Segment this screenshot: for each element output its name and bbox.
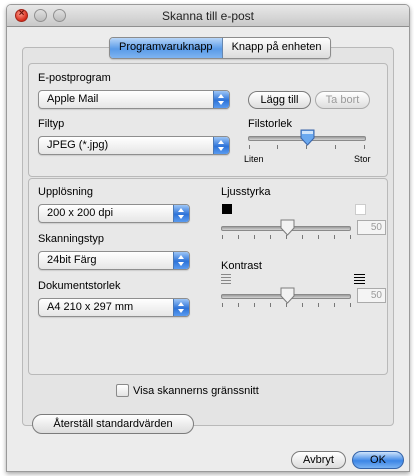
- docsize-value: A4 210 x 297 mm: [47, 301, 134, 313]
- contrast-label: Kontrast: [221, 260, 262, 272]
- email-program-value: Apple Mail: [47, 93, 99, 105]
- brightness-light-icon: [355, 204, 366, 215]
- remove-button[interactable]: Ta bort: [315, 91, 370, 109]
- ok-button[interactable]: OK: [352, 451, 404, 469]
- tab-device-button[interactable]: Knapp på enheten: [222, 38, 331, 58]
- scantype-value: 24bit Färg: [47, 254, 97, 266]
- tab-bar: Programvaruknapp Knapp på enheten: [109, 37, 332, 59]
- scantype-select[interactable]: 24bit Färg: [38, 251, 190, 270]
- chevron-updown-icon: [213, 91, 229, 108]
- filesize-min-label: Liten: [244, 154, 264, 164]
- contrast-value-field[interactable]: 50: [357, 288, 386, 303]
- brightness-value-field[interactable]: 50: [357, 220, 386, 235]
- restore-defaults-button[interactable]: Återställ standardvärden: [32, 414, 194, 434]
- cancel-button[interactable]: Avbryt: [291, 451, 346, 469]
- filetype-value: JPEG (*.jpg): [47, 139, 109, 151]
- filetype-label: Filtyp: [38, 118, 65, 130]
- window-title: Skanna till e-post: [161, 9, 255, 23]
- chevron-updown-icon: [173, 252, 189, 269]
- filesize-max-label: Stor: [354, 154, 371, 164]
- title-bar: × Skanna till e-post: [7, 5, 409, 27]
- chevron-updown-icon: [213, 137, 229, 154]
- docsize-label: Dokumentstorlek: [38, 280, 121, 292]
- scantype-label: Skanningstyp: [38, 233, 105, 245]
- resolution-value: 200 x 200 dpi: [47, 207, 114, 219]
- email-program-label: E-postprogram: [38, 72, 111, 84]
- brightness-label: Ljusstyrka: [221, 186, 271, 198]
- chevron-updown-icon: [173, 299, 189, 316]
- email-program-select[interactable]: Apple Mail: [38, 90, 230, 109]
- show-interface-label: Visa skannerns gränssnitt: [133, 385, 259, 397]
- resolution-select[interactable]: 200 x 200 dpi: [38, 204, 190, 223]
- tab-software-button[interactable]: Programvaruknapp: [110, 38, 223, 58]
- contrast-low-icon: [221, 274, 231, 284]
- docsize-select[interactable]: A4 210 x 297 mm: [38, 298, 190, 317]
- filesize-label: Filstorlek: [248, 118, 293, 130]
- add-button[interactable]: Lägg till: [248, 91, 311, 109]
- show-interface-checkbox[interactable]: [116, 384, 129, 397]
- contrast-high-icon: [354, 274, 365, 284]
- filetype-select[interactable]: JPEG (*.jpg): [38, 136, 230, 155]
- resolution-label: Upplösning: [38, 186, 94, 198]
- chevron-updown-icon: [173, 205, 189, 222]
- brightness-dark-icon: [222, 204, 232, 214]
- scan-to-email-window: × Skanna till e-post Programvaruknapp Kn…: [6, 4, 410, 472]
